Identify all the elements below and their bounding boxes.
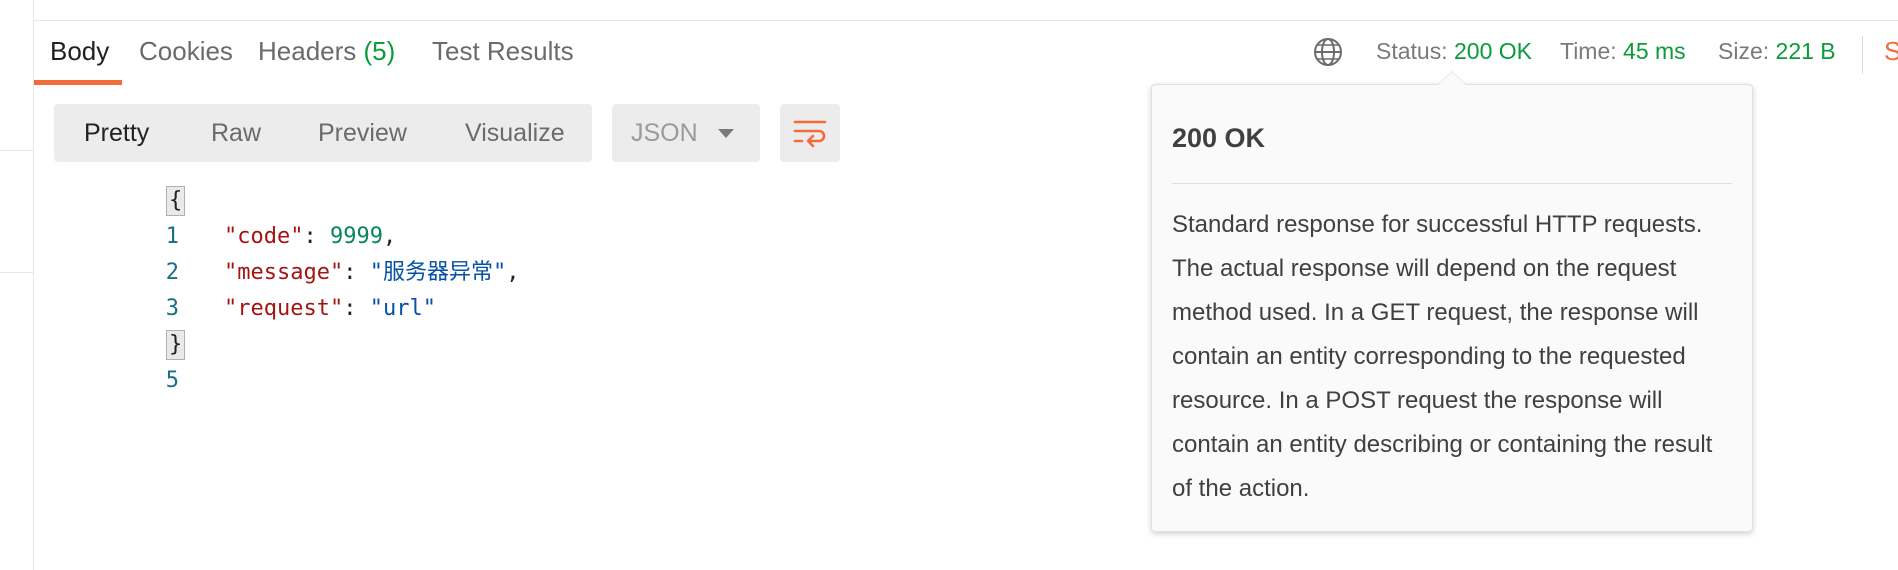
tab-headers[interactable]: Headers (5) <box>258 26 395 84</box>
view-raw-button[interactable]: Raw <box>211 104 261 162</box>
status-value: 200 OK <box>1454 38 1532 64</box>
panel-divider <box>0 272 33 273</box>
code-line: 2 "code": 9999, <box>60 219 396 285</box>
size-indicator[interactable]: Size: 221 B <box>1718 26 1836 76</box>
tooltip-arrow <box>1438 72 1466 85</box>
active-tab-indicator <box>34 80 122 85</box>
chevron-down-icon <box>718 129 734 138</box>
tab-cookies[interactable]: Cookies <box>139 26 233 84</box>
tab-label: Cookies <box>139 36 233 66</box>
size-value: 221 B <box>1775 38 1836 64</box>
tab-label: Body <box>50 36 110 66</box>
status-tooltip: 200 OK Standard response for successful … <box>1151 84 1753 532</box>
json-key: "message" <box>224 260 344 285</box>
json-key: "code" <box>224 224 304 249</box>
json-value: "服务器异常" <box>369 260 507 285</box>
globe-icon[interactable] <box>1313 37 1343 67</box>
tab-label: Headers <box>258 36 357 66</box>
size-label: Size: <box>1718 38 1770 64</box>
save-response-button[interactable]: S <box>1884 26 1898 76</box>
wrap-lines-icon <box>793 120 827 148</box>
time-value: 45 ms <box>1623 38 1686 64</box>
status-label: Status: <box>1376 38 1448 64</box>
line-number: 5 <box>165 368 179 393</box>
json-key: "request" <box>224 296 344 321</box>
tab-test-results[interactable]: Test Results <box>432 26 574 84</box>
tab-body[interactable]: Body <box>50 26 109 84</box>
left-panel-edge <box>0 0 34 570</box>
tooltip-body: Standard response for successful HTTP re… <box>1172 211 1713 502</box>
view-visualize-button[interactable]: Visualize <box>465 104 565 162</box>
json-value: "url" <box>369 296 436 321</box>
format-dropdown[interactable]: JSON <box>612 104 760 162</box>
code-line: 1 { <box>60 183 186 249</box>
panel-divider <box>0 150 33 151</box>
headers-count-badge: (5) <box>363 36 396 66</box>
code-line: 5 } <box>60 327 186 393</box>
tooltip-title: 200 OK <box>1172 123 1266 153</box>
view-mode-toggle: Pretty Raw Preview Visualize <box>54 104 592 162</box>
json-value: 9999 <box>329 224 383 249</box>
view-pretty-button[interactable]: Pretty <box>84 104 149 162</box>
open-brace: { <box>166 186 186 216</box>
format-selected-value: JSON <box>631 119 698 147</box>
code-line: 3 "message": "服务器异常", <box>60 255 520 321</box>
time-indicator[interactable]: Time: 45 ms <box>1560 26 1686 76</box>
status-indicator[interactable]: Status: 200 OK <box>1376 26 1532 76</box>
tab-label: Test Results <box>432 36 574 66</box>
wrap-lines-button[interactable] <box>780 104 840 162</box>
close-brace: } <box>166 330 186 360</box>
top-divider <box>33 20 1898 21</box>
toolbar-separator <box>1862 36 1863 74</box>
tooltip-divider <box>1172 183 1732 184</box>
view-preview-button[interactable]: Preview <box>318 104 407 162</box>
code-line: 4 "request": "url" <box>60 291 436 357</box>
time-label: Time: <box>1560 38 1617 64</box>
